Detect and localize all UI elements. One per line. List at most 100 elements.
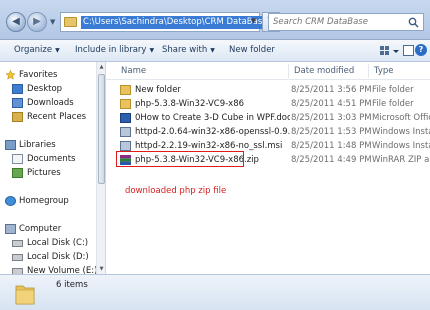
nav-local-disk-c-label: Local Disk (C:) (27, 238, 89, 248)
command-bar: Organize ▼ Include in library ▼ Share with… (0, 40, 430, 62)
file-date: 8/25/2011 4:51 PM (291, 99, 372, 109)
word-doc-icon (120, 113, 131, 123)
msi-installer-icon (120, 141, 131, 151)
share-with-label: Share with (162, 45, 208, 55)
address-dropdown-icon[interactable]: ▼ (251, 17, 256, 25)
nav-favorites[interactable]: Favorites (0, 68, 96, 82)
chevron-down-icon: ▼ (149, 47, 155, 54)
new-folder-button[interactable]: New folder (229, 45, 275, 55)
column-divider[interactable] (288, 64, 289, 78)
file-row[interactable]: 0How to Create 3-D Cube in WPF.docx 8/25… (106, 111, 430, 125)
address-field[interactable]: C:\Users\Sachindra\Desktop\CRM DataBase … (60, 12, 270, 32)
homegroup-icon (5, 196, 16, 206)
star-icon (5, 70, 16, 80)
downloads-icon (12, 98, 23, 108)
search-box[interactable] (268, 13, 424, 31)
file-type: Windows Install (372, 141, 430, 151)
folder-icon (64, 17, 77, 27)
file-date: 8/25/2011 1:53 PM (291, 127, 372, 137)
file-list: Name Date modified Type New folder 8/25/… (106, 62, 430, 274)
recent-places-icon (12, 112, 23, 122)
file-name: New folder (135, 85, 181, 95)
column-name[interactable]: Name (121, 66, 146, 76)
forward-button[interactable]: ▶ (27, 12, 47, 32)
file-row[interactable]: php-5.3.8-Win32-VC9-x86 8/25/2011 4:51 P… (106, 97, 430, 111)
nav-downloads-label: Downloads (27, 98, 74, 108)
column-divider[interactable] (368, 64, 369, 78)
item-count: 6 items (56, 280, 88, 290)
file-type: Windows Install (372, 127, 430, 137)
share-with-menu[interactable]: Share with ▼ (162, 45, 215, 55)
chevron-down-icon: ▼ (210, 47, 215, 54)
file-date: 8/25/2011 3:56 PM (291, 85, 372, 95)
chevron-down-icon: ▼ (55, 47, 60, 54)
navigation-scrollbar[interactable]: ▲ ▼ (96, 62, 106, 274)
nav-libraries[interactable]: Libraries (0, 138, 96, 152)
nav-downloads[interactable]: Downloads (0, 96, 96, 110)
file-date: 8/25/2011 4:49 PM (291, 155, 372, 165)
file-type: File folder (372, 99, 414, 109)
nav-new-volume-e-label: New Volume (E:) (27, 266, 96, 274)
help-icon[interactable]: ? (415, 44, 427, 56)
file-date: 8/25/2011 3:03 PM (291, 113, 372, 123)
nav-desktop-label: Desktop (27, 84, 63, 94)
nav-new-volume-e[interactable]: New Volume (E:) (0, 264, 96, 274)
nav-computer[interactable]: Computer (0, 222, 96, 236)
column-type[interactable]: Type (374, 66, 394, 76)
nav-documents[interactable]: Documents (0, 152, 96, 166)
nav-desktop[interactable]: Desktop (0, 82, 96, 96)
search-icon[interactable] (408, 17, 419, 28)
folder-icon (15, 285, 35, 305)
computer-icon (5, 224, 16, 234)
scroll-up-icon[interactable]: ▲ (98, 64, 105, 70)
file-type: File folder (372, 85, 414, 95)
nav-computer-label: Computer (19, 224, 62, 234)
include-in-library-label: Include in library (75, 45, 147, 55)
recent-pages-dropdown-icon[interactable]: ▼ (50, 18, 55, 26)
nav-pictures[interactable]: Pictures (0, 166, 96, 180)
libraries-icon (5, 140, 16, 150)
nav-local-disk-d-label: Local Disk (D:) (27, 252, 89, 262)
change-view-icon[interactable] (378, 44, 400, 58)
annotation-label: downloaded php zip file (125, 186, 227, 196)
file-name: php-5.3.8-Win32-VC9-x86 (135, 99, 245, 109)
nav-libraries-label: Libraries (19, 140, 56, 150)
nav-pictures-label: Pictures (27, 168, 61, 178)
file-row[interactable]: httpd-2.0.64-win32-x86-openssl-0.9.8o.ms… (106, 125, 430, 139)
file-name: httpd-2.0.64-win32-x86-openssl-0.9.8o.ms… (135, 127, 290, 137)
drive-icon (12, 254, 23, 261)
scrollbar-thumb[interactable] (98, 74, 105, 184)
navigation-pane: Favorites Desktop Downloads Recent Place… (0, 62, 96, 274)
organize-menu[interactable]: Organize ▼ (14, 45, 60, 55)
scroll-down-icon[interactable]: ▼ (98, 266, 105, 272)
file-row[interactable]: New folder 8/25/2011 3:56 PM File folder (106, 83, 430, 97)
msi-installer-icon (120, 127, 131, 137)
nav-recent-places-label: Recent Places (27, 112, 87, 122)
drive-icon (12, 240, 23, 247)
details-pane: 6 items (0, 274, 430, 310)
address-bar-area: ◀ ▶ ▼ C:\Users\Sachindra\Desktop\CRM Dat… (0, 0, 430, 40)
highlight-box (116, 151, 244, 167)
column-date-modified[interactable]: Date modified (294, 66, 354, 76)
back-button[interactable]: ◀ (6, 12, 26, 32)
address-path[interactable]: C:\Users\Sachindra\Desktop\CRM DataBase (81, 16, 270, 29)
documents-icon (12, 154, 23, 164)
folder-icon (120, 99, 131, 109)
desktop-icon (12, 84, 23, 94)
include-in-library-menu[interactable]: Include in library ▼ (75, 45, 154, 55)
nav-favorites-label: Favorites (19, 70, 58, 80)
nav-local-disk-d[interactable]: Local Disk (D:) (0, 250, 96, 264)
column-header: Name Date modified Type (106, 62, 430, 80)
nav-local-disk-c[interactable]: Local Disk (C:) (0, 236, 96, 250)
pictures-icon (12, 168, 23, 178)
search-input[interactable] (273, 16, 403, 28)
nav-documents-label: Documents (27, 154, 76, 164)
file-date: 8/25/2011 1:48 PM (291, 141, 372, 151)
nav-recent-places[interactable]: Recent Places (0, 110, 96, 124)
nav-homegroup[interactable]: Homegroup (0, 194, 96, 208)
file-name: 0How to Create 3-D Cube in WPF.docx (135, 113, 290, 123)
preview-pane-icon[interactable] (403, 45, 414, 56)
nav-homegroup-label: Homegroup (19, 196, 69, 206)
file-type: Microsoft Office (372, 113, 430, 123)
file-type: WinRAR ZIP arc (372, 155, 430, 165)
